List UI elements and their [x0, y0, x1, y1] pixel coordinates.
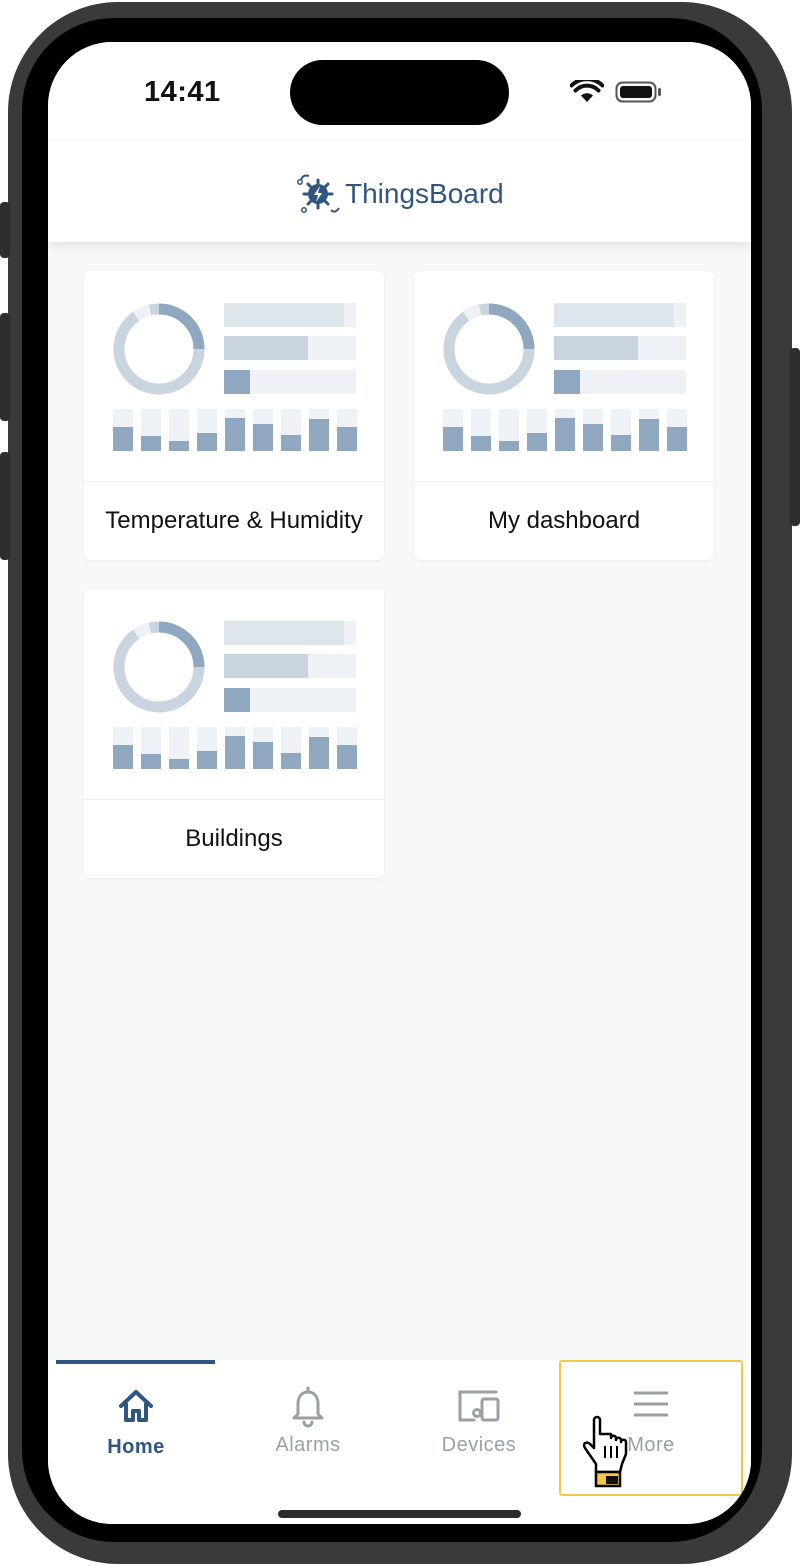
thingsboard-logo-icon: [297, 174, 340, 213]
dashboard-card[interactable]: My dashboard: [414, 271, 714, 560]
bell-icon: [292, 1386, 324, 1428]
dashboard-title: My dashboard: [487, 507, 641, 534]
volume-down-button: [0, 452, 10, 560]
power-button: [790, 348, 800, 526]
devices-icon: [458, 1390, 500, 1422]
tab-devices[interactable]: Devices: [393, 1360, 565, 1500]
app-header: ThingsBoard: [48, 142, 751, 242]
logo-text: ThingsBoard: [345, 178, 504, 209]
tab-alarms[interactable]: Alarms: [222, 1360, 394, 1500]
status-time: 14:41: [144, 76, 221, 108]
dashboards-list: Temperature & Humidity My dashboard Buil…: [48, 242, 751, 1360]
dashboard-title: Buildings: [185, 825, 283, 852]
app-logo: ThingsBoard: [295, 172, 504, 216]
tab-home-label: Home: [107, 1436, 165, 1458]
volume-up-button: [0, 313, 10, 421]
wifi-icon: [570, 80, 604, 102]
home-icon: [119, 1390, 153, 1422]
dashboard-card[interactable]: Buildings: [84, 589, 384, 878]
battery-icon: [615, 81, 661, 103]
tab-home[interactable]: Home: [50, 1360, 222, 1500]
status-bar: 14:41: [48, 42, 751, 142]
tab-alarms-label: Alarms: [275, 1434, 341, 1456]
dashboard-card[interactable]: Temperature & Humidity: [84, 271, 384, 560]
action-button: [0, 202, 10, 258]
phone-screen: 14:41 ThingsBoard Temperature & Humidity…: [48, 42, 751, 1524]
hand-pointer-cursor-icon: [582, 1415, 628, 1488]
bottom-tab-bar: Home Alarms Devices More: [48, 1360, 751, 1524]
tab-devices-label: Devices: [441, 1434, 517, 1456]
dashboard-thumbnail-icon: [84, 303, 384, 482]
dashboard-title: Temperature & Humidity: [105, 507, 363, 534]
dashboard-thumbnail-icon: [84, 621, 384, 800]
dynamic-island: [290, 60, 509, 125]
home-indicator: [278, 1510, 521, 1518]
dashboard-thumbnail-icon: [414, 303, 714, 482]
